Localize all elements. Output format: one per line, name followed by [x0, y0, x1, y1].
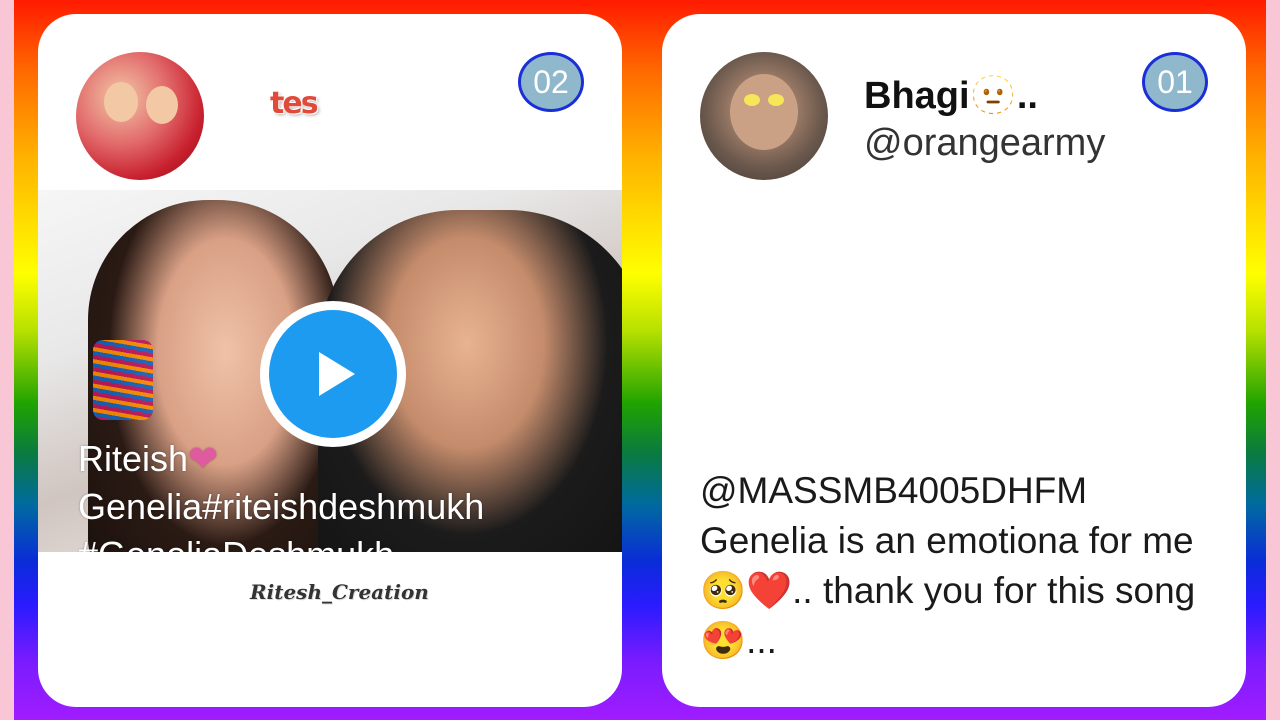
video-thumbnail[interactable]: Riteish❤ Genelia#riteishdeshmukh #Geneli… — [38, 190, 622, 552]
sticker-decoration: tes — [270, 86, 319, 121]
avatar-eye-right — [768, 94, 784, 106]
left-pink-strip — [0, 0, 14, 720]
video-caption: Riteish❤ Genelia#riteishdeshmukh #Geneli… — [78, 435, 598, 552]
avatar[interactable] — [76, 52, 204, 180]
right-pink-strip — [1266, 0, 1280, 720]
watermark: Ritesh_Creation — [250, 580, 429, 604]
bracelets-decoration — [93, 340, 153, 420]
avatar-eye-left — [744, 94, 760, 106]
play-button[interactable] — [260, 301, 406, 447]
caption-line-2: Genelia#riteishdeshmukh — [78, 486, 485, 527]
caption-line-3: #GeneliaDeshmukh — [78, 534, 394, 552]
user-handle[interactable]: @orangearmy — [864, 122, 1105, 165]
play-icon-circle — [269, 310, 397, 438]
tweet-card[interactable]: Bhagi🫥.. @orangearmy 01 @MASSMB4005DHFM … — [662, 14, 1246, 707]
caption-line-1: Riteish — [78, 438, 189, 479]
post-number-badge: 01 — [1142, 52, 1208, 112]
avatar[interactable] — [700, 52, 828, 180]
display-name[interactable]: Bhagi🫥.. — [864, 74, 1038, 118]
tweet-text: @MASSMB4005DHFM Genelia is an emotiona f… — [700, 470, 1196, 661]
avatar-face-1 — [104, 82, 138, 122]
avatar-face-2 — [146, 86, 178, 124]
play-icon — [319, 352, 355, 396]
video-post-card[interactable]: tes 02 Riteish❤ Genelia#riteishdeshmukh … — [38, 14, 622, 707]
post-number-badge: 02 — [518, 52, 584, 112]
avatar-face — [730, 74, 798, 150]
heart-icon: ❤ — [188, 438, 219, 479]
